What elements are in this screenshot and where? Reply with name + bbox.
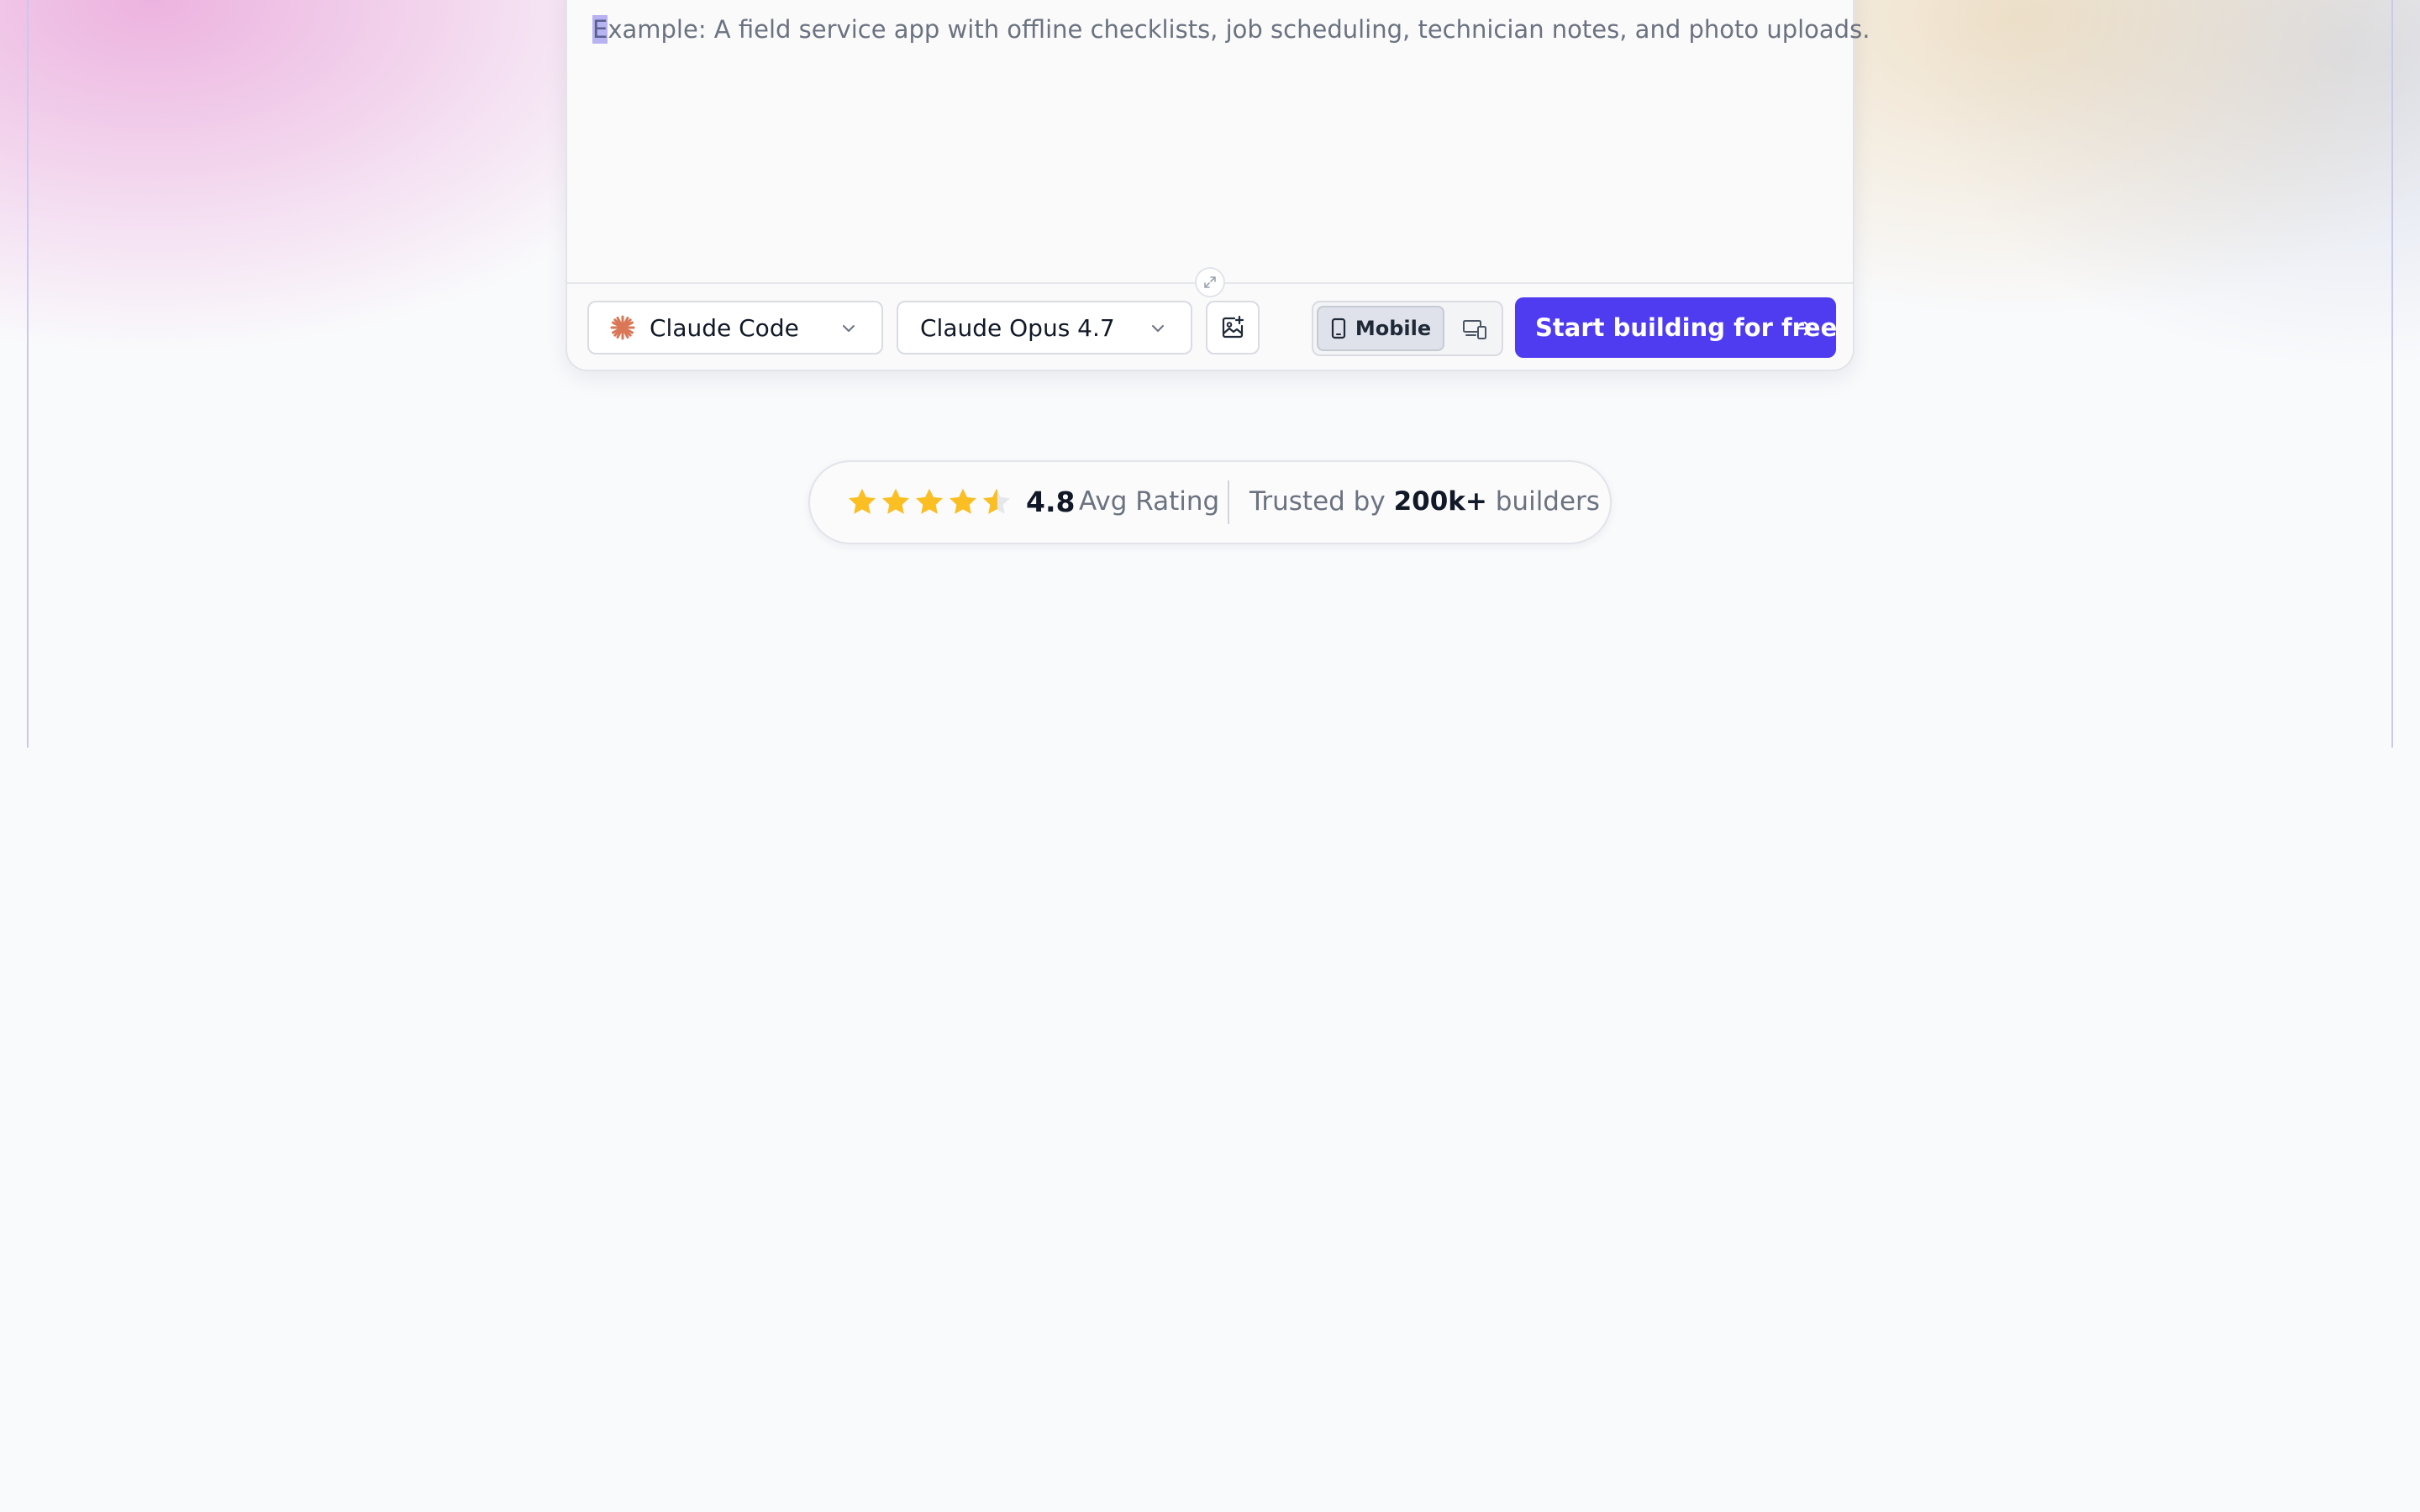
prompt-input[interactable]: Example: A field service app with offlin… — [592, 15, 1870, 44]
model-select-value: Claude Opus 4.7 — [920, 313, 1115, 342]
device-desktop-option[interactable] — [1451, 307, 1498, 351]
rating-value: 4.8 — [1026, 486, 1076, 518]
model-select[interactable]: Claude Opus 4.7 — [897, 301, 1192, 354]
star-icon — [916, 488, 943, 514]
trusted-prefix: Trusted by — [1249, 486, 1386, 517]
claude-logo-icon — [610, 315, 635, 340]
frame-border-left — [27, 0, 29, 748]
devices-icon — [1463, 320, 1486, 339]
star-icon — [882, 488, 909, 514]
trusted-count: 200k+ — [1393, 486, 1487, 517]
agent-select[interactable]: Claude Code — [587, 301, 883, 354]
device-toggle: Mobile — [1312, 301, 1503, 356]
prompt-toolbar: Claude Code Claude Opus 4.7 Mobile Start… — [567, 284, 1853, 373]
image-plus-icon — [1222, 315, 1244, 339]
rating-label: Avg Rating — [1079, 486, 1220, 517]
device-mobile-option[interactable]: Mobile — [1317, 306, 1444, 351]
device-mobile-label: Mobile — [1355, 317, 1432, 340]
agent-select-value: Claude Code — [650, 313, 799, 342]
arrow-right-icon — [1794, 321, 1812, 336]
trusted-suffix: builders — [1495, 486, 1600, 517]
rating-divider — [1228, 480, 1229, 524]
chevron-down-icon — [1152, 325, 1164, 332]
rating-badge: 4.8 Avg Rating Trusted by 200k+ builders — [808, 460, 1612, 544]
chevron-down-icon — [843, 325, 855, 332]
attach-image-button[interactable] — [1206, 301, 1260, 354]
start-building-button[interactable]: Start building for free — [1515, 297, 1837, 358]
star-rating — [845, 486, 1013, 519]
prompt-placeholder: xample: A field service app with offline… — [608, 15, 1870, 44]
star-icon — [950, 488, 976, 514]
text-cursor: E — [592, 15, 608, 44]
phone-icon — [1331, 318, 1345, 339]
frame-border-right — [2391, 0, 2393, 748]
star-half-icon — [983, 488, 1010, 514]
prompt-card: Example: A field service app with offlin… — [566, 0, 1870, 373]
trusted-by-text: Trusted by 200k+ builders — [1249, 486, 1600, 517]
star-icon — [849, 488, 876, 514]
